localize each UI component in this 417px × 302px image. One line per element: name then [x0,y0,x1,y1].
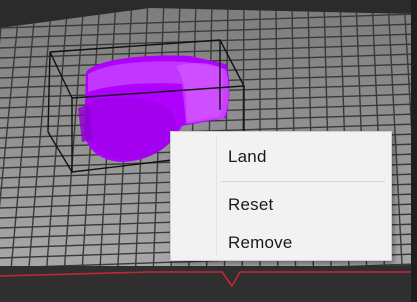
menu-item-label: Land [228,147,267,166]
menu-separator [221,181,385,182]
menu-item-land[interactable]: Land [173,141,389,171]
menu-item-label: Remove [228,233,293,252]
context-menu: Land Reset Remove [170,131,392,261]
menu-item-remove[interactable]: Remove [173,227,389,257]
menu-item-reset[interactable]: Reset [173,189,389,219]
window-edge [411,0,417,302]
3d-viewport[interactable]: Land Reset Remove [0,0,417,302]
menu-item-label: Reset [228,195,274,214]
